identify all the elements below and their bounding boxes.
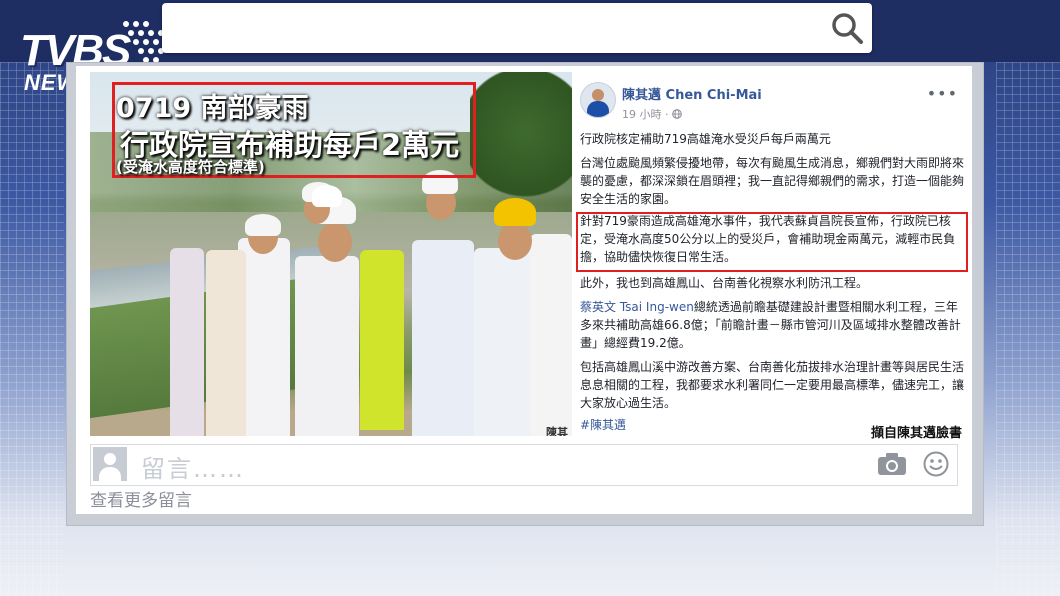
more-icon[interactable]: •••	[927, 84, 958, 103]
facebook-post-card: 0719 南部豪雨 行政院宣布補助每戶2萬元 (受淹水高度符合標準) 陳其 陳其…	[76, 66, 972, 514]
post-paragraph-3: 針對719豪雨造成高雄淹水事件，我代表蘇貞昌院長宣佈，行政院已核定，受淹水高度5…	[580, 214, 956, 264]
helmet	[494, 198, 536, 226]
mention-link[interactable]: Tsai Ing-wen	[620, 300, 694, 314]
post-paragraph-4: 此外，我也到高雄鳳山、台南善化視察水利防汛工程。	[580, 276, 869, 290]
person	[530, 234, 572, 436]
source-caption: 擷自陳其邁臉書	[870, 426, 962, 441]
headline-note: (受淹水高度符合標準)	[116, 158, 265, 176]
background-grid-left	[0, 62, 64, 596]
comment-avatar-body	[99, 467, 121, 481]
avatar[interactable]	[580, 82, 616, 118]
helmet	[245, 214, 281, 236]
headline-line-1: 0719 南部豪雨	[116, 93, 309, 124]
avatar-body	[587, 101, 609, 117]
comment-avatar-head	[104, 453, 116, 465]
search-input[interactable]	[162, 3, 872, 53]
person-head	[498, 222, 532, 260]
post-paragraph-2: 台灣位處颱風頻繁侵擾地帶，每次有颱風生成消息，鄉親們對大雨即將來襲的憂慮，都深深…	[580, 156, 965, 206]
photo-watermark: 陳其	[546, 426, 568, 436]
person	[170, 248, 204, 436]
post-paragraph-1: 行政院核定補助719高雄淹水受災戶每戶兩萬元	[580, 132, 831, 146]
globe-icon	[672, 109, 682, 119]
comment-input[interactable]: 留言……	[90, 444, 958, 486]
person-head	[318, 222, 352, 262]
search-icon[interactable]	[830, 11, 864, 45]
camera-icon[interactable]	[877, 452, 907, 476]
post-author[interactable]: 陳其邁 Chen Chi-Mai	[622, 84, 762, 103]
mention-prefix: 蔡英文	[580, 300, 620, 314]
post-paragraph-6: 包括高雄鳳山溪中游改善方案、台南善化茄拔排水治理計畫等與居民生活息息相關的工程，…	[580, 360, 965, 410]
person	[412, 240, 474, 436]
person	[206, 250, 246, 436]
comment-avatar	[93, 447, 127, 481]
person	[295, 256, 359, 436]
post-photo[interactable]: 0719 南部豪雨 行政院宣布補助每戶2萬元 (受淹水高度符合標準) 陳其	[90, 72, 572, 436]
post-hashtag[interactable]: #陳其邁	[580, 416, 626, 433]
smile-icon[interactable]	[923, 451, 949, 477]
avatar-head	[592, 89, 604, 101]
helmet	[312, 185, 342, 207]
background-grid-right	[996, 62, 1060, 596]
person	[360, 250, 404, 430]
post-content: 陳其邁 Chen Chi-Mai 19 小時 · ••• 行政院核定補助719高…	[576, 74, 968, 441]
post-time-text: 19 小時 ·	[622, 108, 672, 121]
comment-placeholder: 留言……	[141, 455, 245, 483]
post-paragraph-5: 蔡英文 Tsai Ing-wen總統透過前瞻基礎建設計畫暨相關水利工程，三年多來…	[580, 298, 964, 352]
view-more-comments-link[interactable]: 查看更多留言	[90, 486, 192, 511]
post-timestamp[interactable]: 19 小時 ·	[622, 106, 682, 122]
